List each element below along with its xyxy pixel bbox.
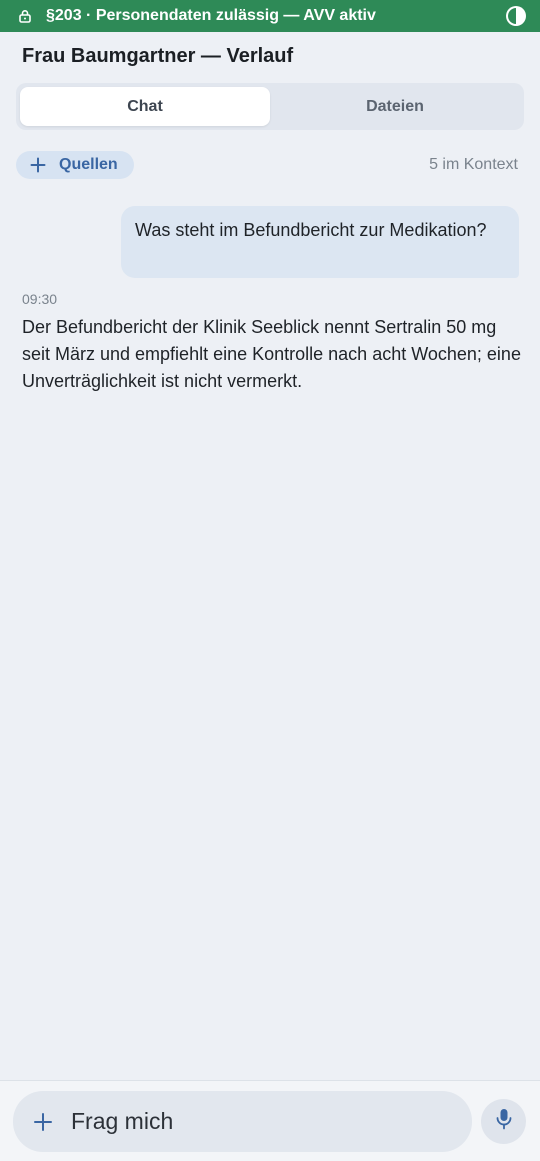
add-sources-button[interactable]: Quellen — [16, 151, 134, 179]
plus-icon[interactable] — [33, 1112, 53, 1132]
page-title: Frau Baumgartner — Verlauf — [22, 45, 294, 67]
lock-icon — [18, 8, 34, 24]
tab-files[interactable]: Dateien — [270, 87, 520, 126]
view-tabs: Chat Dateien — [16, 83, 524, 130]
tab-chat[interactable]: Chat — [20, 87, 270, 126]
mic-button[interactable] — [481, 1099, 526, 1144]
contrast-icon[interactable] — [504, 4, 528, 28]
privacy-status-bar: §203 · Personendaten zulässig — AVV akti… — [0, 0, 540, 32]
assistant-message: Der Befundbericht der Klinik Seeblick ne… — [22, 317, 521, 391]
composer-bar: Frag mich — [0, 1080, 540, 1161]
user-message: Was steht im Befundbericht zur Medikatio… — [121, 206, 519, 278]
mic-icon — [494, 1107, 514, 1136]
message-input-placeholder: Frag mich — [71, 1108, 174, 1134]
privacy-status-text: §203 · Personendaten zulässig — AVV akti… — [46, 7, 376, 24]
message-input[interactable]: Frag mich — [13, 1091, 472, 1152]
context-count: 5 im Kontext — [429, 156, 518, 173]
message-timestamp: 09:30 — [22, 291, 58, 307]
plus-icon — [30, 157, 46, 173]
sources-label: Quellen — [59, 156, 118, 173]
